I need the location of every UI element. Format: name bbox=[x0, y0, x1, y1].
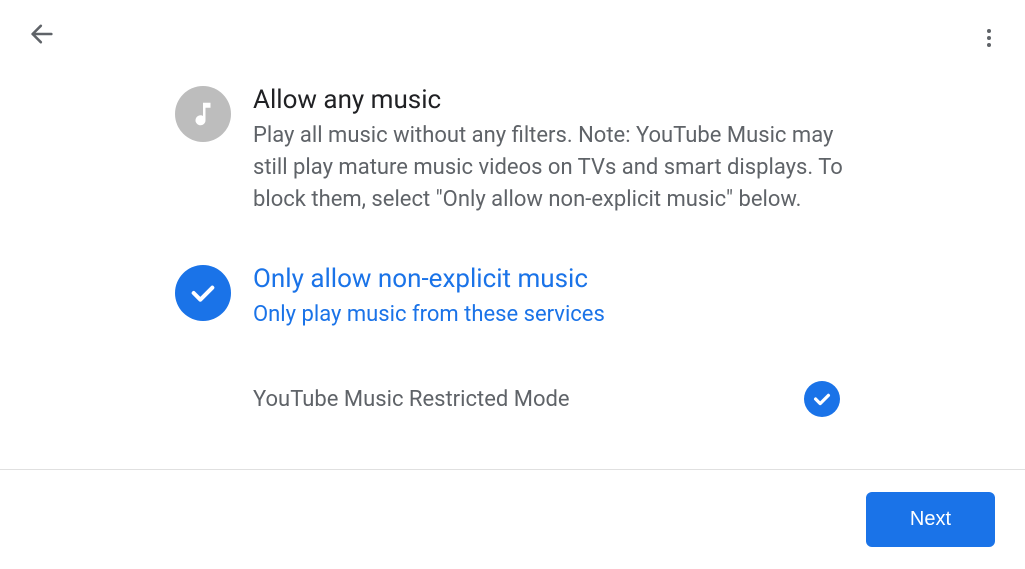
sub-option-label: YouTube Music Restricted Mode bbox=[253, 387, 570, 412]
music-note-icon bbox=[175, 86, 231, 142]
arrow-left-icon bbox=[28, 20, 56, 48]
option-allow-any-music[interactable]: Allow any music Play all music without a… bbox=[175, 84, 850, 215]
option-non-explicit-music[interactable]: Only allow non-explicit music Only play … bbox=[175, 263, 850, 331]
option-title: Only allow non-explicit music bbox=[253, 263, 850, 297]
back-button[interactable] bbox=[26, 18, 58, 50]
more-vert-icon bbox=[977, 26, 1001, 50]
footer: Next bbox=[0, 469, 1025, 569]
check-icon bbox=[175, 265, 231, 321]
check-icon bbox=[811, 388, 833, 410]
sub-option-restricted-mode[interactable]: YouTube Music Restricted Mode bbox=[175, 381, 850, 417]
option-description: Only play music from these services bbox=[253, 299, 850, 331]
sub-option-checkbox[interactable] bbox=[804, 381, 840, 417]
option-description: Play all music without any filters. Note… bbox=[253, 120, 850, 216]
more-menu-button[interactable] bbox=[973, 22, 1005, 54]
option-text: Only allow non-explicit music Only play … bbox=[253, 263, 850, 331]
option-title: Allow any music bbox=[253, 84, 850, 118]
option-text: Allow any music Play all music without a… bbox=[253, 84, 850, 215]
next-button[interactable]: Next bbox=[866, 492, 995, 547]
